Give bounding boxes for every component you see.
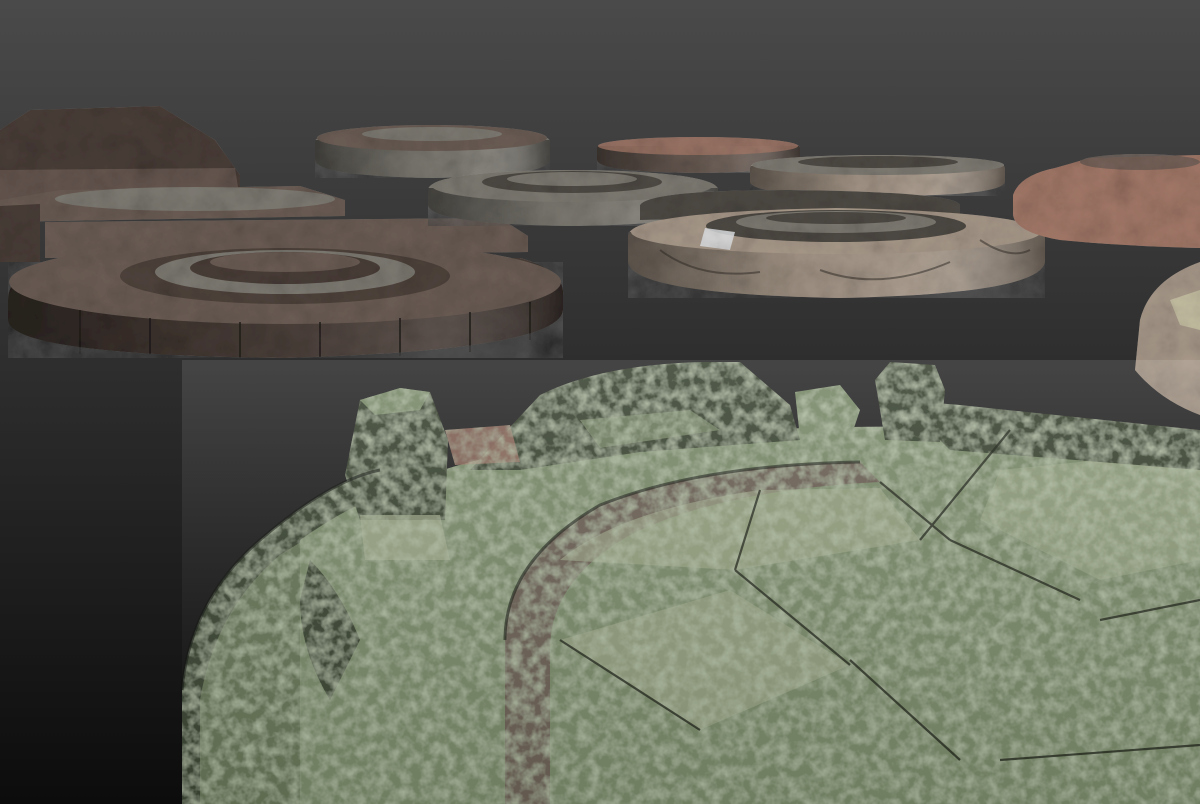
stone-platforms-render: [0, 0, 1200, 804]
platform-top-center: [315, 125, 550, 178]
platform-mid-left-round: [8, 218, 564, 358]
platform-foreground-mossy: [180, 360, 1200, 804]
platform-marble-far: [750, 155, 1005, 196]
